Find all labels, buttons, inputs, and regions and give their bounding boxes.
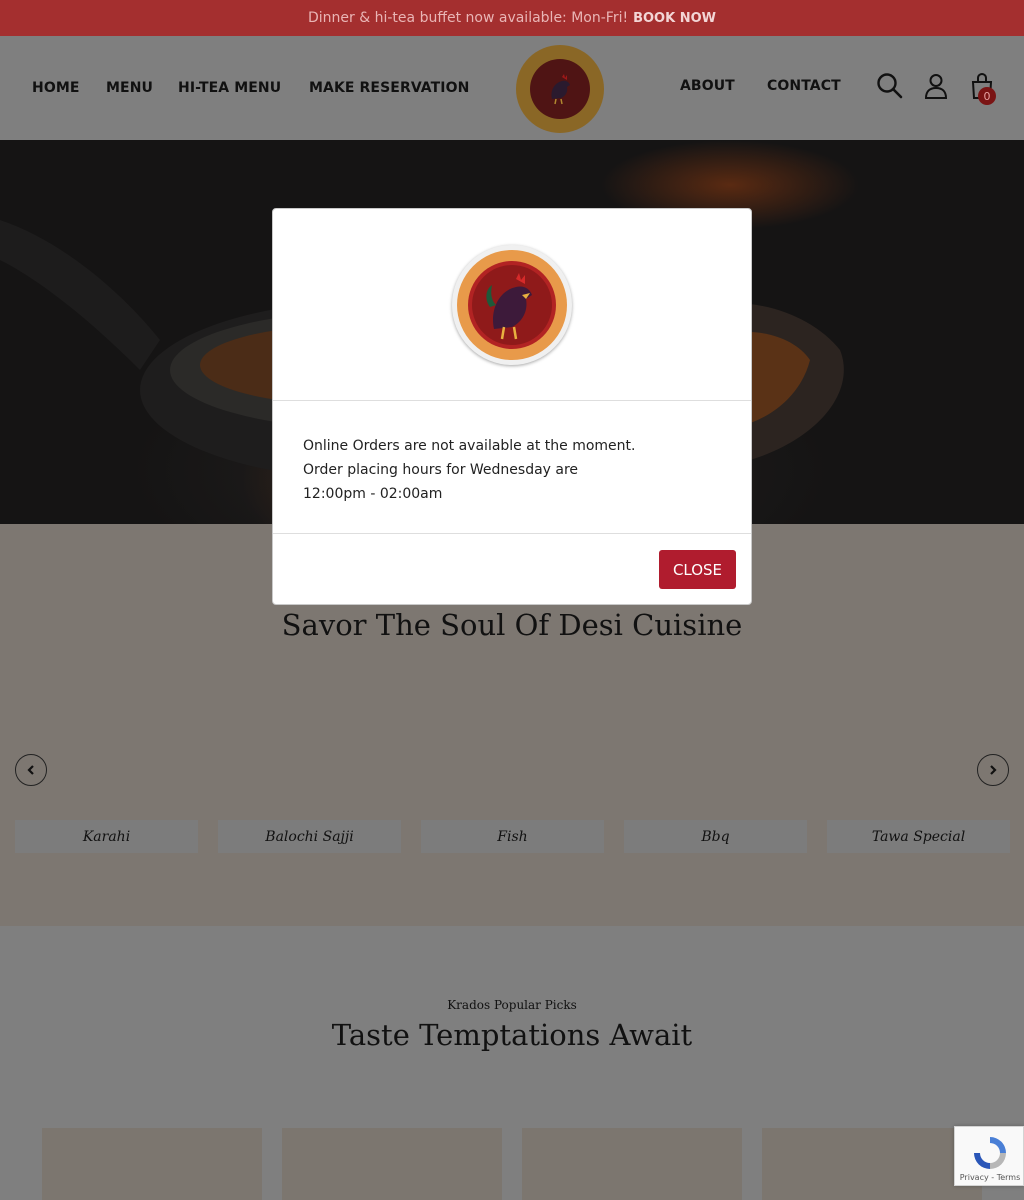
nav-menu[interactable]: MENU (106, 80, 153, 96)
close-button[interactable]: CLOSE (659, 550, 736, 589)
recaptcha-icon (974, 1137, 1006, 1169)
category-balochi-sajji[interactable]: Balochi Sajji (218, 820, 401, 853)
online-orders-modal: Online Orders are not available at the m… (272, 208, 752, 605)
modal-message-line: Online Orders are not available at the m… (303, 438, 636, 454)
product-card[interactable] (762, 1128, 982, 1200)
product-card[interactable] (42, 1128, 262, 1200)
site-header: HOME MENU HI-TEA MENU MAKE RESERVATION A… (0, 36, 1024, 140)
nav-make-reservation[interactable]: MAKE RESERVATION (309, 80, 469, 96)
popular-kicker: Krados Popular Picks (447, 998, 577, 1012)
chevron-left-icon (27, 765, 34, 775)
cart-count-badge: 0 (978, 87, 996, 105)
popular-title: Taste Temptations Await (331, 1018, 693, 1052)
category-karahi[interactable]: Karahi (15, 820, 198, 853)
category-tawa-special[interactable]: Tawa Special (827, 820, 1010, 853)
category-fish[interactable]: Fish (421, 820, 604, 853)
recaptcha-badge[interactable]: Privacy - Terms (954, 1126, 1024, 1186)
nav-hi-tea-menu[interactable]: HI-TEA MENU (178, 80, 281, 96)
popular-section: Krados Popular Picks Taste Temptations A… (0, 926, 1024, 1200)
modal-message-line: Order placing hours for Wednesday are (303, 462, 579, 478)
carousel-next-button[interactable] (977, 754, 1009, 786)
product-card[interactable] (282, 1128, 502, 1200)
chevron-right-icon (990, 765, 997, 775)
category-bbq[interactable]: Bbq (624, 820, 807, 853)
announcement-bar: Dinner & hi-tea buffet now available: Mo… (0, 0, 1024, 36)
product-card[interactable] (522, 1128, 742, 1200)
user-icon[interactable] (924, 73, 948, 99)
modal-hours: 12:00pm - 02:00am (303, 486, 443, 502)
nav-contact[interactable]: CONTACT (767, 78, 841, 94)
restaurant-logo[interactable] (516, 45, 604, 133)
nav-about[interactable]: ABOUT (680, 78, 735, 94)
carousel-prev-button[interactable] (15, 754, 47, 786)
modal-logo (452, 244, 572, 365)
modal-header (273, 209, 751, 401)
modal-message: Online Orders are not available at the m… (273, 402, 751, 534)
restaurant-logo-icon (457, 249, 567, 360)
nav-home[interactable]: HOME (32, 80, 80, 96)
book-now-link[interactable]: BOOK NOW (633, 11, 716, 26)
announcement-text: Dinner & hi-tea buffet now available: Mo… (308, 10, 629, 26)
rooster-icon (551, 74, 570, 105)
categories-title: Savor The Soul Of Desi Cuisine (281, 608, 743, 642)
search-icon[interactable] (876, 72, 904, 100)
recaptcha-label[interactable]: Privacy - Terms (955, 1173, 1024, 1182)
